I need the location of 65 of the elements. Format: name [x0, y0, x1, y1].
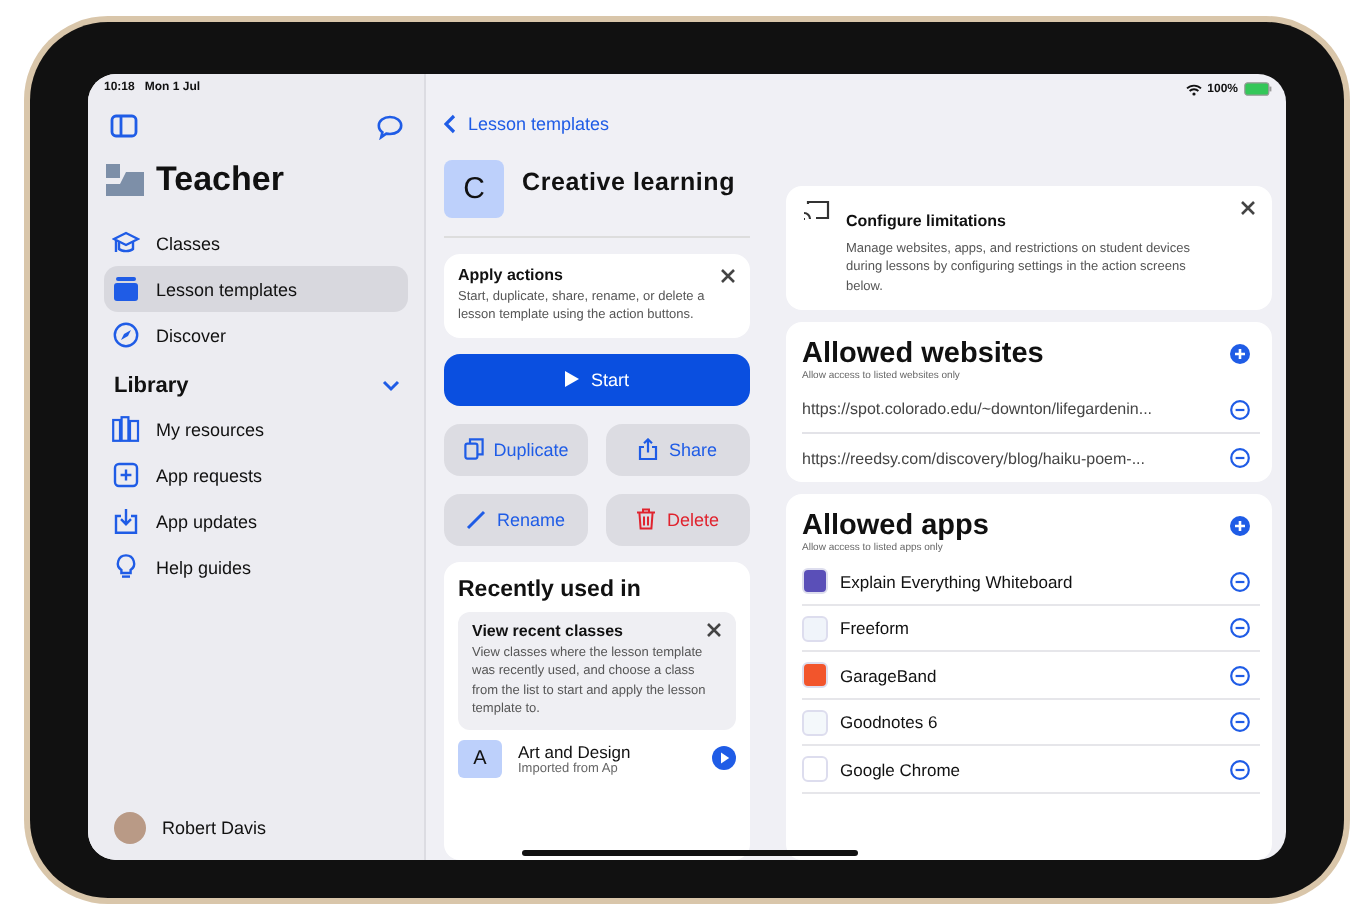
cast-screen-icon: [802, 200, 830, 222]
sidebar-item[interactable]: Help guides: [104, 544, 408, 590]
sidebar-item[interactable]: Discover: [104, 312, 408, 358]
template-initial: C: [444, 160, 504, 218]
remove-icon[interactable]: [1230, 571, 1250, 592]
action-button[interactable]: Rename: [444, 493, 588, 546]
action-button[interactable]: Start: [444, 353, 750, 406]
add-icon[interactable]: [1230, 516, 1250, 537]
share-icon: [638, 438, 659, 461]
tip-title: View recent classes: [472, 621, 623, 640]
remove-icon[interactable]: [1230, 712, 1250, 733]
section-heading: Allowed apps: [802, 510, 989, 543]
plus-square-icon: [112, 462, 140, 488]
app-name: Freeform: [840, 618, 911, 639]
class-initial: A: [458, 739, 502, 778]
app-name: Google Chrome: [840, 759, 963, 780]
logo-icon: [106, 164, 144, 196]
tip-title: Configure limitations: [846, 212, 1006, 230]
add-icon[interactable]: [1230, 344, 1250, 365]
template-title: Creative learning: [522, 166, 736, 200]
sidebar-item[interactable]: Classes: [104, 220, 408, 266]
back-link[interactable]: Lesson templates: [444, 114, 750, 134]
remove-icon[interactable]: [1230, 759, 1250, 780]
stack-icon: [112, 276, 140, 302]
class-name[interactable]: Art and Design: [518, 741, 696, 762]
app-title: Teacher: [156, 160, 284, 200]
close-icon[interactable]: [1240, 200, 1256, 216]
chevron-icon[interactable]: [382, 380, 400, 392]
app-name: Goodnotes 6: [840, 712, 940, 733]
pencil-icon: [466, 509, 487, 530]
copy-icon: [463, 438, 484, 461]
website-url: https://reedsy.com/discovery/blog/haiku-poem-...: [802, 449, 1145, 468]
remove-icon[interactable]: [1230, 618, 1250, 639]
app-name: Explain Everything Whiteboard: [840, 571, 1075, 592]
tip-title: Apply actions: [458, 266, 563, 284]
sidebar-item[interactable]: App updates: [104, 498, 408, 544]
compass-icon: [112, 322, 140, 348]
section-heading: Recently used in: [458, 577, 643, 602]
app-name: GarageBand: [840, 665, 939, 686]
action-button[interactable]: Duplicate: [444, 423, 588, 476]
wifi-icon: [1185, 83, 1202, 95]
sidebar-item[interactable]: App requests: [104, 452, 408, 498]
graduation-cap-icon: [112, 230, 140, 256]
remove-icon[interactable]: [1230, 665, 1250, 686]
close-icon[interactable]: [720, 267, 736, 283]
chevron-left-icon: [444, 114, 456, 134]
chat-bubble-icon[interactable]: [376, 114, 404, 140]
play-circle-icon[interactable]: [712, 746, 736, 771]
close-icon[interactable]: [706, 622, 722, 639]
play-icon: [564, 370, 581, 389]
section-heading: Library: [114, 374, 189, 398]
trash-icon: [636, 508, 657, 531]
lightbulb-icon: [112, 554, 140, 580]
section-heading: Allowed websites: [802, 338, 1044, 371]
battery-icon: [1244, 82, 1272, 96]
remove-icon[interactable]: [1230, 399, 1250, 420]
sidebar-toggle-icon[interactable]: [110, 114, 138, 138]
action-button[interactable]: Share: [606, 423, 750, 476]
remove-icon[interactable]: [1230, 448, 1250, 469]
sidebar-item[interactable]: Lesson templates: [104, 266, 408, 312]
download-tray-icon: [112, 508, 140, 534]
books-icon: [112, 416, 140, 442]
user-name: Robert Davis: [162, 818, 267, 838]
website-url: https://spot.colorado.edu/~downton/lifegardenin...: [802, 400, 1153, 419]
sidebar-item[interactable]: My resources: [104, 406, 408, 452]
